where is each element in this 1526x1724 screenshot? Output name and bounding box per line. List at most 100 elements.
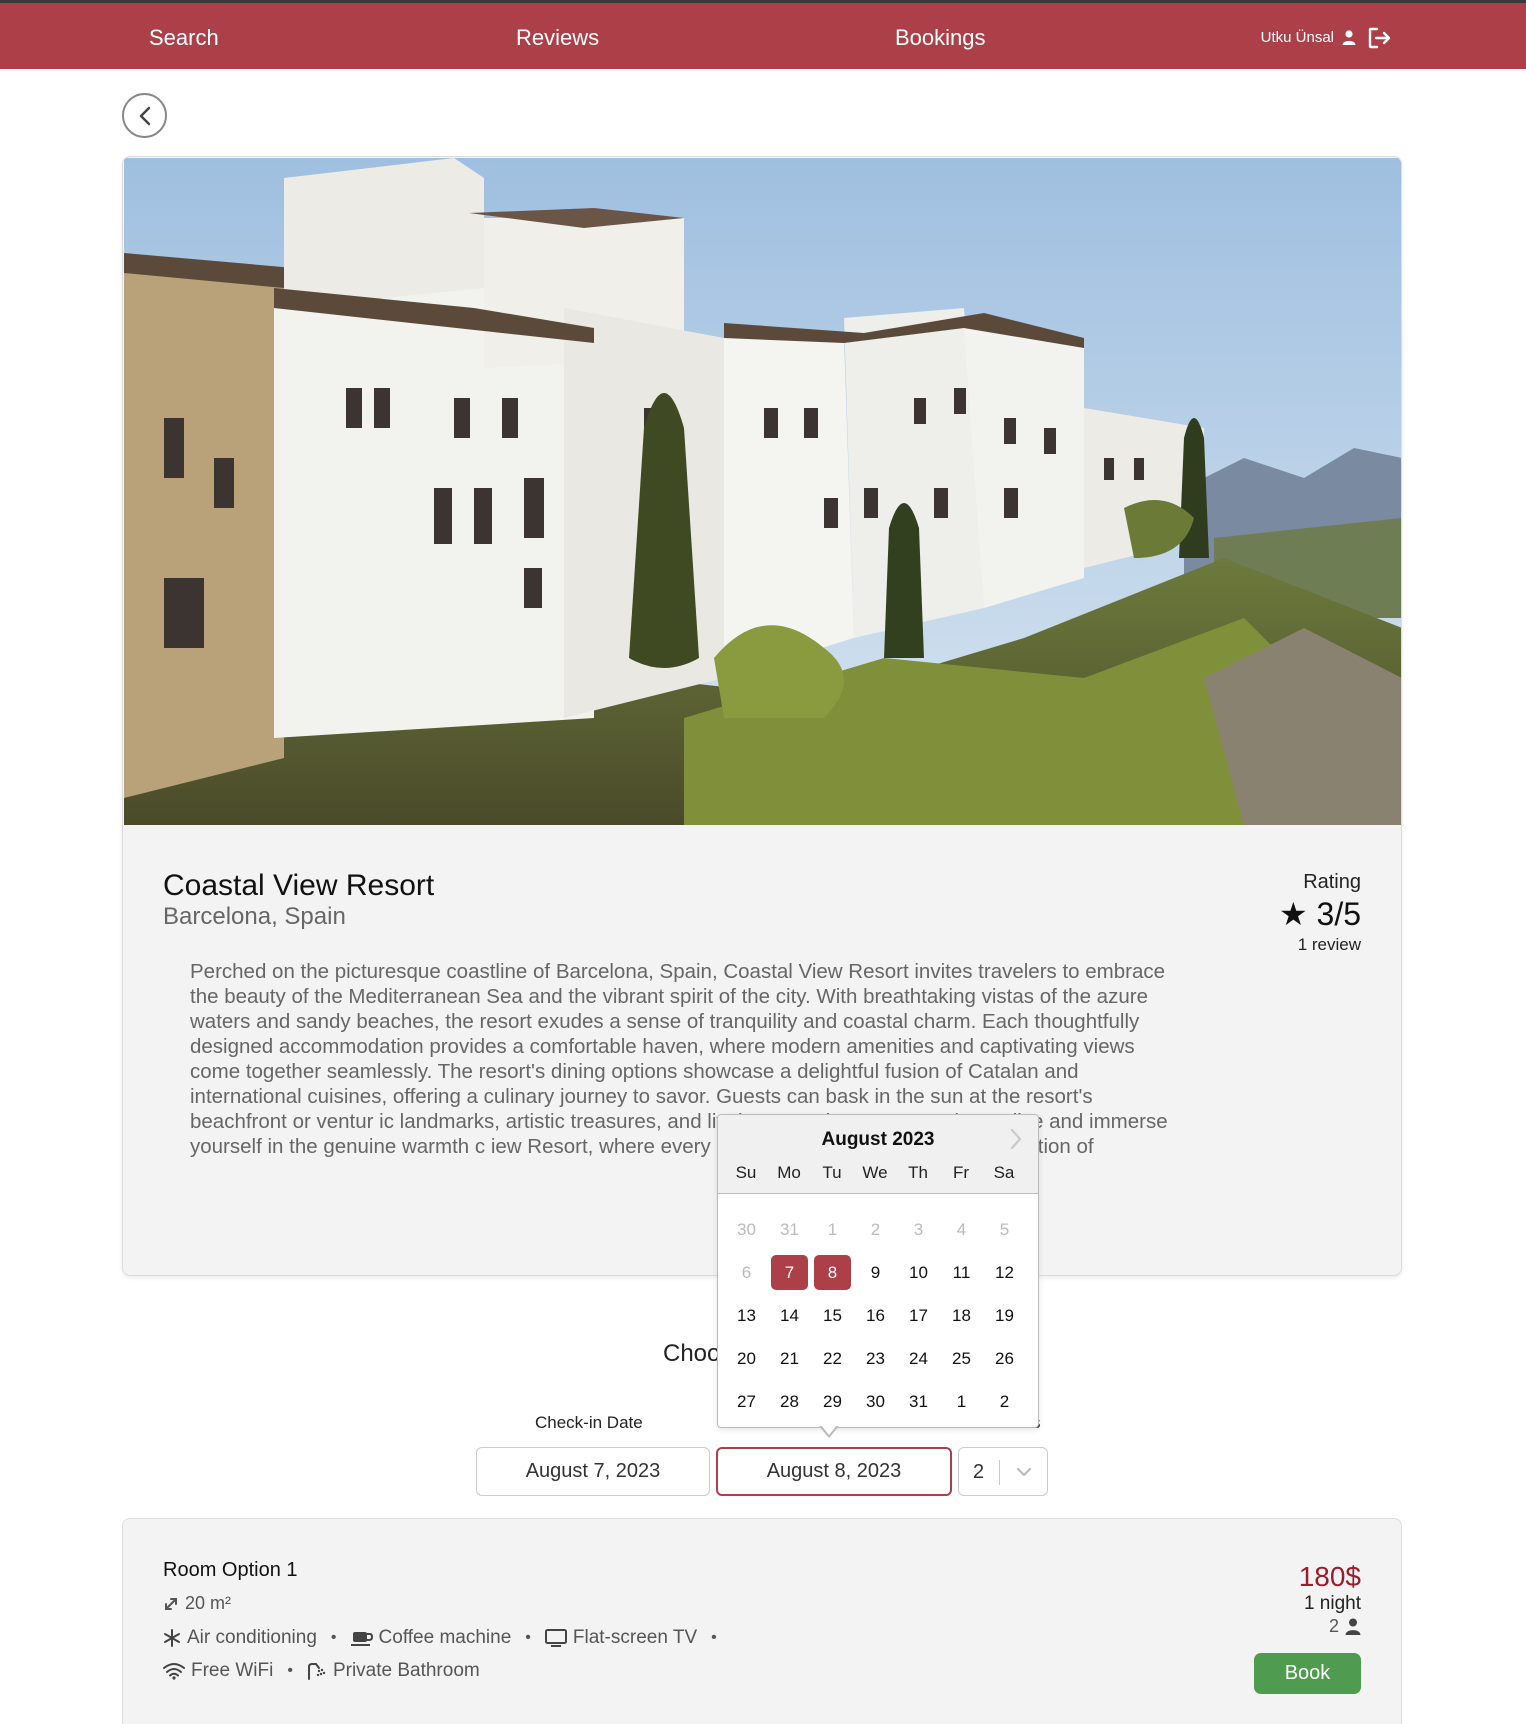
top-navbar: Search Reviews Bookings Utku Ünsal — [0, 0, 1526, 69]
guests-select[interactable]: 2 — [958, 1447, 1048, 1496]
room-option-card: Room Option 1 20 m² Air conditioning • C… — [122, 1518, 1402, 1724]
hotel-location: Barcelona, Spain — [163, 903, 346, 930]
amenity-label: Free WiFi — [191, 1660, 274, 1681]
calendar-day[interactable]: 7 — [771, 1255, 808, 1290]
weekday-label: Su — [735, 1163, 757, 1182]
calendar-day[interactable]: 30 — [857, 1384, 894, 1419]
calendar-day[interactable]: 8 — [814, 1255, 851, 1290]
amenity-wifi: Free WiFi — [163, 1660, 273, 1682]
calendar-day[interactable]: 17 — [900, 1298, 937, 1333]
amenities-row-2: Free WiFi • Private Bathroom — [163, 1660, 480, 1682]
amenity-bathroom: Private Bathroom — [307, 1660, 480, 1682]
hotel-card: Coastal View Resort Barcelona, Spain Rat… — [122, 156, 1402, 1276]
datepicker-header: August 2023 Su Mo Tu We Th Fr Sa — [718, 1115, 1038, 1194]
calendar-day[interactable]: 23 — [857, 1341, 894, 1376]
user-menu[interactable]: Utku Ünsal — [1261, 29, 1356, 46]
weekday-label: Fr — [952, 1163, 970, 1182]
review-count[interactable]: 1 review — [1298, 935, 1361, 955]
rating-label: Rating — [1303, 871, 1361, 893]
calendar-day[interactable]: 14 — [771, 1298, 808, 1333]
weekday-label: Th — [908, 1163, 928, 1182]
page: Search Reviews Bookings Utku Ünsal Coast… — [0, 0, 1526, 1724]
room-size-value: 20 m² — [185, 1593, 232, 1613]
calendar-day[interactable]: 29 — [814, 1384, 851, 1419]
shower-icon — [307, 1663, 326, 1680]
calendar-day[interactable]: 31 — [900, 1384, 937, 1419]
hotel-description: Perched on the picturesque coastline of … — [190, 960, 1168, 1158]
calendar-day[interactable]: 2 — [986, 1384, 1023, 1419]
calendar-day[interactable]: 13 — [728, 1298, 765, 1333]
checkout-date-input[interactable]: August 8, 2023 — [716, 1447, 952, 1496]
amenity-label: Private Bathroom — [332, 1660, 480, 1681]
datepicker-popup: August 2023 Su Mo Tu We Th Fr Sa 30 31 1 2 3 4 5 6 7 8 9… — [717, 1114, 1039, 1428]
calendar-day[interactable]: 5 — [986, 1212, 1023, 1247]
calendar-day[interactable]: 31 — [771, 1212, 808, 1247]
weekday-label: We — [862, 1163, 888, 1182]
calendar-day[interactable]: 20 — [728, 1341, 765, 1376]
amenity-label: Flat-screen TV — [572, 1627, 698, 1648]
select-separator — [999, 1460, 1000, 1485]
guests-value: 2 — [973, 1461, 985, 1483]
calendar-day[interactable]: 28 — [771, 1384, 808, 1419]
book-button[interactable]: Book — [1254, 1653, 1361, 1694]
weekday-label: Sa — [993, 1163, 1015, 1182]
calendar-day[interactable]: 27 — [728, 1384, 765, 1419]
calendar-day[interactable]: 12 — [986, 1255, 1023, 1290]
calendar-day[interactable]: 2 — [857, 1212, 894, 1247]
nav-search[interactable]: Search — [149, 25, 219, 51]
calendar-day[interactable]: 9 — [857, 1255, 894, 1290]
calendar-day[interactable]: 16 — [857, 1298, 894, 1333]
separator-dot: • — [711, 1629, 717, 1646]
calendar-day[interactable]: 4 — [943, 1212, 980, 1247]
logout-icon[interactable] — [1368, 27, 1392, 49]
room-price: 180$ — [1298, 1561, 1361, 1592]
calendar-day[interactable]: 1 — [943, 1384, 980, 1419]
chevron-right-icon[interactable] — [1008, 1127, 1024, 1151]
rating-value: ★ 3/5 — [1278, 896, 1361, 932]
calendar-day[interactable]: 6 — [728, 1255, 765, 1290]
amenity-coffee: Coffee machine — [350, 1627, 512, 1649]
room-title: Room Option 1 — [163, 1559, 298, 1581]
calendar-day[interactable]: 10 — [900, 1255, 937, 1290]
room-size: 20 m² — [163, 1593, 231, 1614]
separator-dot: • — [330, 1629, 337, 1646]
amenity-tv: Flat-screen TV — [544, 1627, 698, 1649]
user-name: Utku Ünsal — [1260, 29, 1334, 46]
calendar-day[interactable]: 26 — [986, 1341, 1023, 1376]
calendar-day[interactable]: 24 — [900, 1341, 937, 1376]
amenities-row-1: Air conditioning • Coffee machine • Flat… — [163, 1627, 731, 1649]
weekday-label: Mo — [777, 1163, 801, 1182]
chevron-left-icon — [139, 106, 150, 125]
amenity-ac: Air conditioning — [163, 1627, 317, 1649]
datepicker-month: August 2023 — [821, 1129, 935, 1150]
nav-bookings[interactable]: Bookings — [895, 25, 986, 51]
separator-dot: • — [287, 1662, 293, 1679]
resize-icon — [165, 1597, 177, 1610]
user-icon — [1345, 1618, 1361, 1635]
amenity-label: Coffee machine — [378, 1627, 512, 1648]
calendar-day[interactable]: 11 — [943, 1255, 980, 1290]
back-button[interactable] — [122, 93, 167, 138]
room-guests: 2 — [1329, 1616, 1361, 1637]
calendar-day[interactable]: 19 — [986, 1298, 1023, 1333]
coffee-icon — [350, 1632, 373, 1646]
calendar-day[interactable]: 22 — [814, 1341, 851, 1376]
user-icon — [1342, 30, 1356, 45]
calendar-day[interactable]: 25 — [943, 1341, 980, 1376]
calendar-day[interactable]: 30 — [728, 1212, 765, 1247]
calendar-day[interactable]: 21 — [771, 1341, 808, 1376]
checkin-date-input[interactable]: August 7, 2023 — [476, 1447, 710, 1496]
separator-dot: • — [525, 1629, 531, 1646]
tv-icon — [544, 1629, 567, 1647]
calendar-day[interactable]: 15 — [814, 1298, 851, 1333]
room-nights: 1 night — [1303, 1593, 1361, 1614]
weekday-label: Tu — [822, 1163, 842, 1182]
hotel-photo — [124, 158, 1401, 825]
checkin-label: Check-in Date — [535, 1413, 643, 1432]
datepicker-pointer-inner — [821, 1425, 837, 1435]
calendar-day[interactable]: 3 — [900, 1212, 937, 1247]
nav-reviews[interactable]: Reviews — [516, 25, 599, 51]
amenity-label: Air conditioning — [187, 1627, 317, 1648]
calendar-day[interactable]: 18 — [943, 1298, 980, 1333]
calendar-day[interactable]: 1 — [814, 1212, 851, 1247]
